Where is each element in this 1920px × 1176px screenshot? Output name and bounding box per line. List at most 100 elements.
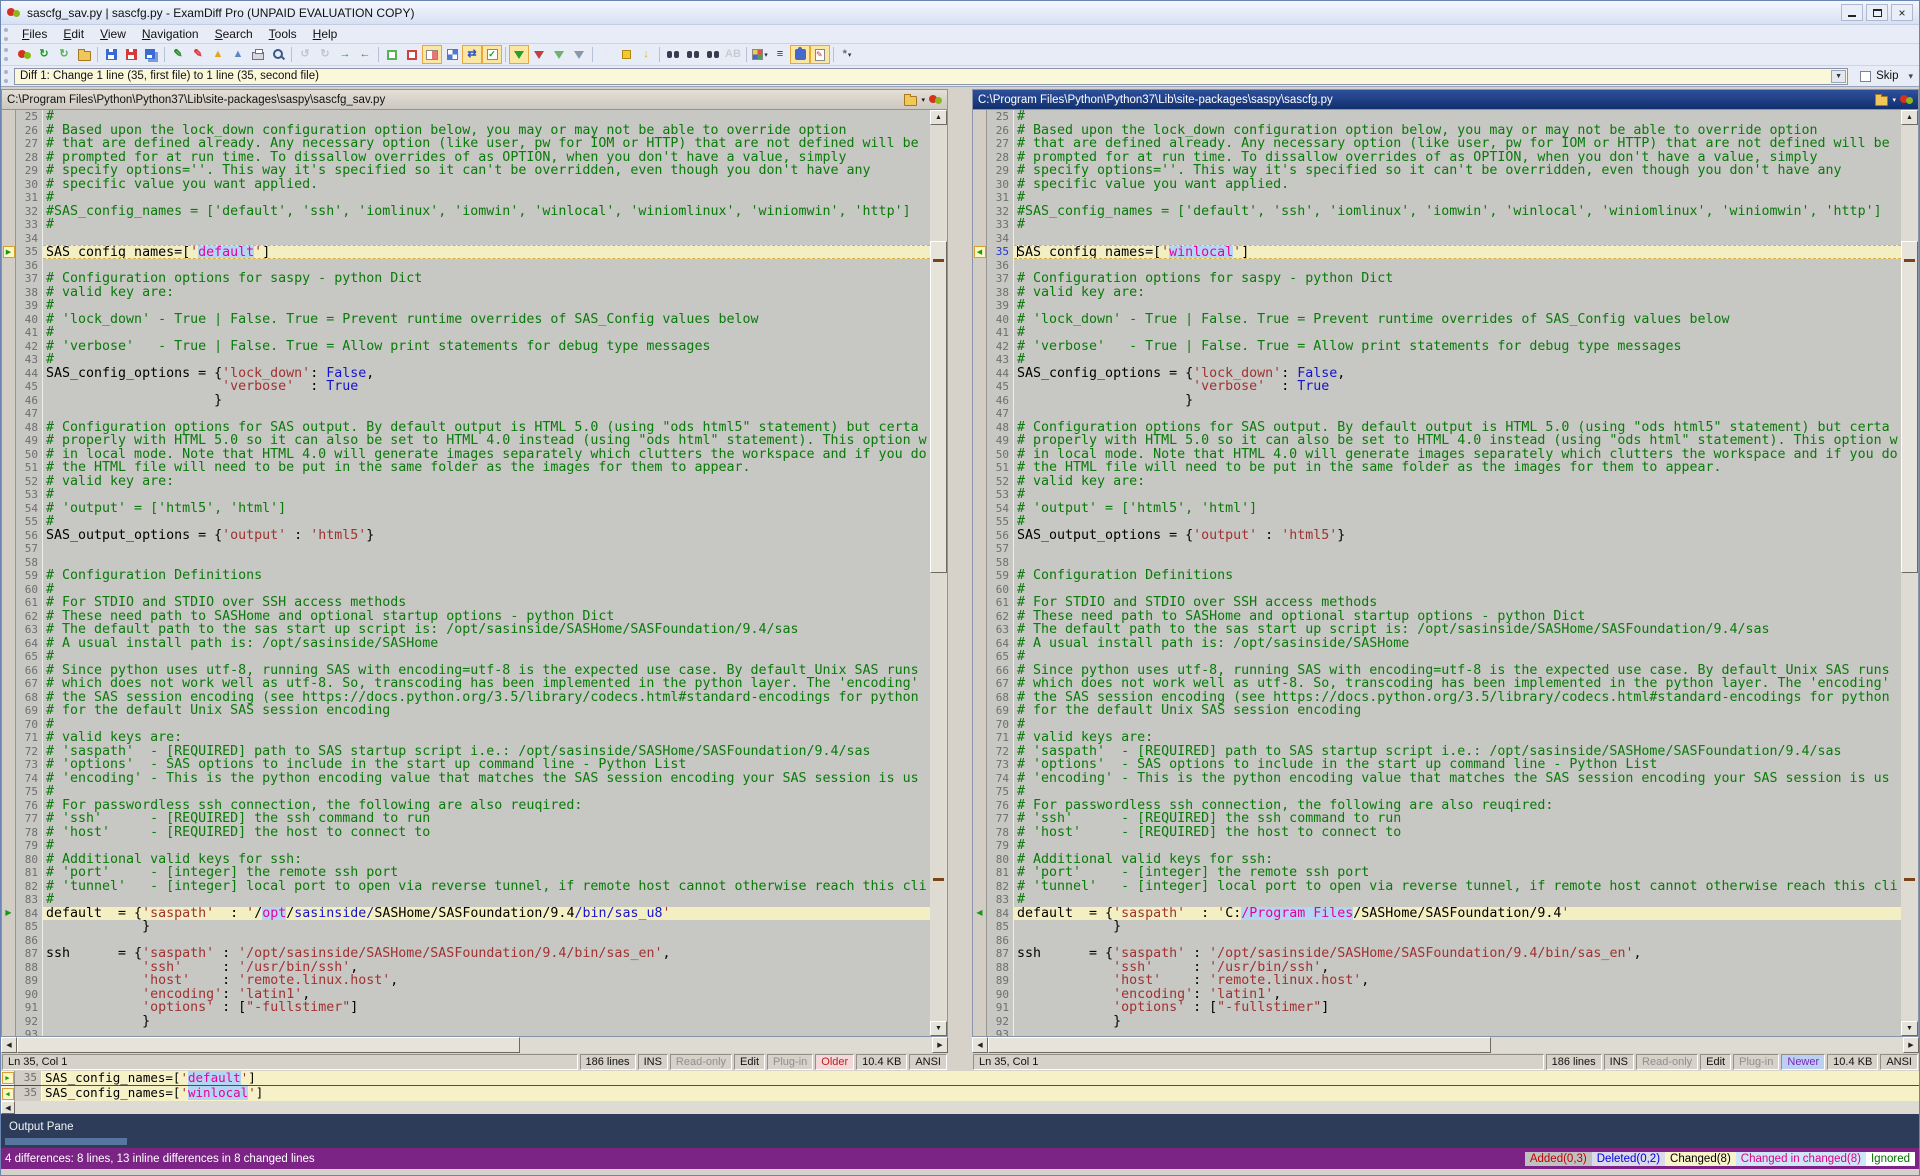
scroll-track[interactable]	[15, 1101, 1919, 1114]
close-button[interactable]: ×	[1891, 4, 1913, 21]
menu-search[interactable]: Search	[207, 26, 261, 42]
filter-deleted-button[interactable]	[549, 45, 569, 64]
filter-added-button[interactable]	[529, 45, 549, 64]
line-inspector-button[interactable]: ≡	[770, 45, 790, 64]
recompare-button[interactable]: ↻	[34, 45, 54, 64]
menu-grip[interactable]	[4, 28, 8, 41]
next-difference-button[interactable]: ↓	[636, 45, 656, 64]
edit-second-file-button[interactable]: ✎	[188, 45, 208, 64]
diff-marker	[973, 502, 987, 516]
minimize-button[interactable]	[1841, 4, 1863, 21]
line-number: 39	[16, 299, 43, 313]
header-dropdown-icon[interactable]: ▾	[1892, 96, 1896, 104]
header-compare-icon[interactable]	[1900, 94, 1913, 105]
scroll-track[interactable]	[1901, 125, 1918, 1021]
scroll-thumb[interactable]	[17, 1037, 520, 1053]
first-file-header[interactable]: C:\Program Files\Python\Python37\Lib\sit…	[1, 89, 948, 109]
recompare-icon: ↻	[39, 49, 48, 60]
code-line: 79#	[973, 839, 1901, 853]
first-vertical-scrollbar[interactable]: ▲ ▼	[930, 110, 947, 1036]
find-previous-button[interactable]	[703, 45, 723, 64]
edit-mode-button[interactable]	[810, 45, 830, 64]
header-compare-icon[interactable]	[929, 94, 942, 105]
scroll-thumb[interactable]	[1901, 241, 1918, 573]
second-file-code[interactable]: 25#26# Based upon the lock_down configur…	[973, 110, 1901, 1036]
header-open-icon[interactable]	[1875, 96, 1888, 106]
diffbar-grip[interactable]	[4, 70, 8, 83]
code-line: 82# 'tunnel' - [integer] local port to o…	[2, 880, 930, 894]
skip-checkbox[interactable]	[1860, 71, 1871, 82]
menu-navigation[interactable]: Navigation	[134, 26, 207, 42]
line-number: 76	[987, 799, 1014, 813]
scroll-right-icon[interactable]: ▶	[932, 1037, 948, 1053]
second-file-header[interactable]: C:\Program Files\Python\Python37\Lib\sit…	[972, 89, 1919, 109]
plugins-button[interactable]	[790, 45, 810, 64]
code-text: SAS_config_names=['winlocal']	[42, 1086, 1919, 1101]
show-differences-button[interactable]	[402, 45, 422, 64]
menu-tools[interactable]: Tools	[261, 26, 305, 42]
menu-help[interactable]: Help	[305, 26, 346, 42]
toolbar-grip[interactable]	[4, 48, 8, 61]
browse-second-file-button[interactable]: ▲	[228, 45, 248, 64]
second-horizontal-scrollbar[interactable]: ◀ ▶	[972, 1037, 1919, 1053]
save-first-file-button[interactable]	[101, 45, 121, 64]
scroll-track[interactable]	[930, 125, 947, 1021]
open-files-button[interactable]	[74, 45, 94, 64]
save-second-file-button[interactable]	[121, 45, 141, 64]
current-diff-combobox[interactable]: Diff 1: Change 1 line (35, first file) t…	[14, 68, 1848, 85]
menu-edit[interactable]: Edit	[55, 26, 92, 42]
output-pane-header[interactable]: Output Pane	[1, 1114, 1919, 1148]
options-button[interactable]: *▾	[837, 45, 857, 64]
print-button[interactable]	[248, 45, 268, 64]
scroll-track[interactable]	[988, 1037, 1903, 1053]
scroll-up-icon[interactable]: ▲	[1901, 110, 1918, 125]
output-pane-tab[interactable]	[5, 1138, 127, 1145]
find-button[interactable]	[663, 45, 683, 64]
scroll-track[interactable]	[17, 1037, 932, 1053]
header-open-icon[interactable]	[904, 96, 917, 106]
edit-first-file-button[interactable]: ✎	[168, 45, 188, 64]
show-identical-button[interactable]	[382, 45, 402, 64]
status-plug-in: Plug-in	[1733, 1054, 1779, 1070]
display-options-button[interactable]: ▾	[750, 45, 770, 64]
scroll-down-icon[interactable]: ▼	[1901, 1021, 1918, 1036]
split-view-button[interactable]	[422, 45, 442, 64]
scroll-thumb[interactable]	[988, 1037, 1491, 1053]
diff-dropdown-button[interactable]: ▼	[1831, 70, 1846, 83]
first-horizontal-scrollbar[interactable]: ◀ ▶	[1, 1037, 948, 1053]
preview-scrollbar[interactable]: ◀	[1, 1101, 1919, 1114]
menu-files[interactable]: Files	[14, 26, 55, 42]
tile-view-button[interactable]	[442, 45, 462, 64]
preview-line-first[interactable]: ▶35SAS_config_names=['default']	[1, 1071, 1919, 1086]
first-file-code[interactable]: 25#26# Based upon the lock_down configur…	[2, 110, 930, 1036]
synchronize-scrolling-button[interactable]: ⇄	[462, 45, 482, 64]
find-next-button[interactable]	[683, 45, 703, 64]
filter-changed-button[interactable]	[569, 45, 589, 64]
scroll-down-icon[interactable]: ▼	[930, 1021, 947, 1036]
copy-to-first-button[interactable]: ←	[355, 45, 375, 64]
current-difference-button[interactable]	[616, 45, 636, 64]
show-checkmarks-button[interactable]	[482, 45, 502, 64]
scroll-right-icon[interactable]: ▶	[1903, 1037, 1919, 1053]
second-vertical-scrollbar[interactable]: ▲ ▼	[1901, 110, 1918, 1036]
scroll-left-icon[interactable]: ◀	[972, 1037, 988, 1053]
preview-line-second[interactable]: ◀35SAS_config_names=['winlocal']	[1, 1086, 1919, 1101]
badge-changed: Changed(8)	[1665, 1152, 1736, 1166]
scroll-left-icon[interactable]: ◀	[1, 1101, 15, 1114]
copy-to-second-button[interactable]: →	[335, 45, 355, 64]
save-all-button[interactable]	[141, 45, 161, 64]
title-bar[interactable]: sascfg_sav.py | sascfg.py - ExamDiff Pro…	[1, 1, 1919, 25]
toolbar-overflow-icon[interactable]: ▾	[1908, 71, 1913, 82]
filter-show-all-button[interactable]	[509, 45, 529, 64]
recompare-refresh-files-button[interactable]: ↻	[54, 45, 74, 64]
menu-view[interactable]: View	[92, 26, 134, 42]
new-comparison-button[interactable]	[14, 45, 34, 64]
scroll-thumb[interactable]	[930, 241, 947, 573]
header-dropdown-icon[interactable]: ▾	[921, 96, 925, 104]
print-preview-button[interactable]	[268, 45, 288, 64]
scroll-up-icon[interactable]: ▲	[930, 110, 947, 125]
scroll-left-icon[interactable]: ◀	[1, 1037, 17, 1053]
pane-splitter[interactable]	[948, 89, 972, 1071]
maximize-button[interactable]	[1866, 4, 1888, 21]
browse-first-file-button[interactable]: ▲	[208, 45, 228, 64]
